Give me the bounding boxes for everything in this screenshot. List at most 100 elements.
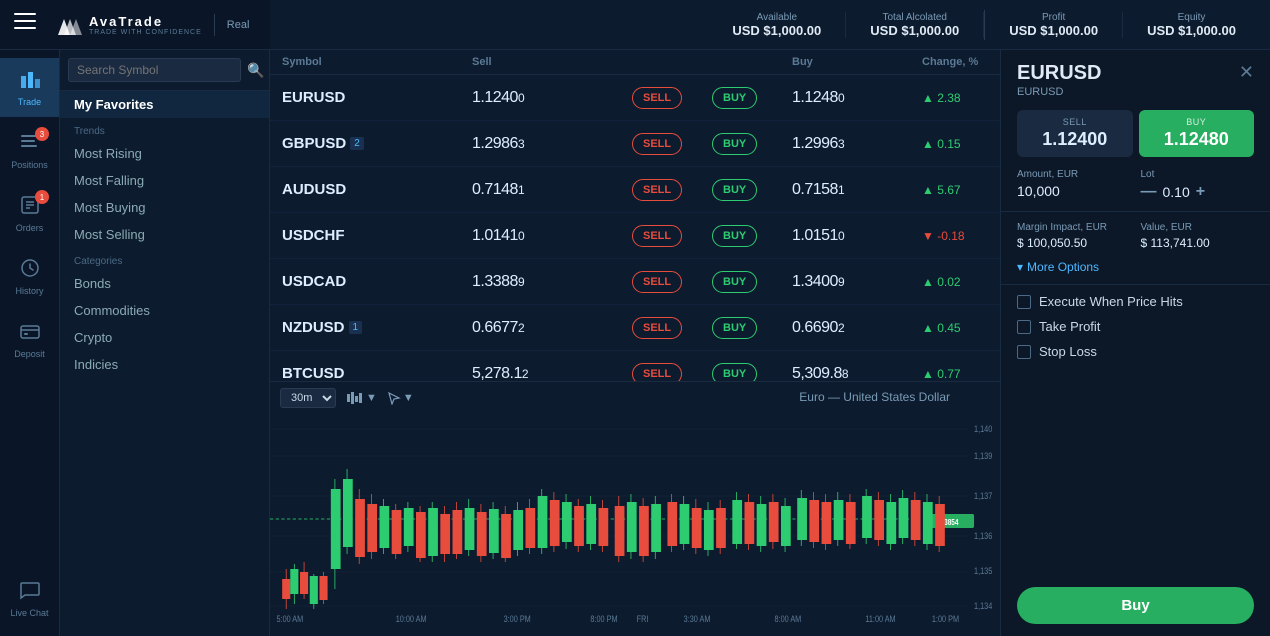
panel-value-label: Value, EUR bbox=[1141, 222, 1255, 233]
nav-livechat-label: Live Chat bbox=[10, 608, 48, 618]
sell-button-gbpusd[interactable]: SELL bbox=[632, 133, 682, 155]
more-options-link[interactable]: ▾ More Options bbox=[1001, 256, 1270, 280]
buy-button-audusd[interactable]: BUY bbox=[712, 179, 757, 201]
svg-text:FRI: FRI bbox=[637, 614, 649, 624]
col-buy: Buy bbox=[792, 56, 922, 68]
panel-buy-box[interactable]: BUY 1.12480 bbox=[1139, 110, 1255, 157]
change-usdcad: ▲ 0.02 bbox=[922, 275, 1000, 289]
logo-tagline: TRADE WITH CONFIDENCE bbox=[89, 29, 202, 36]
top-bar: AvaTrade TRADE WITH CONFIDENCE Real Avai… bbox=[0, 0, 1270, 50]
lot-decrease-button[interactable]: — bbox=[1141, 183, 1157, 201]
buy-button-gbpusd[interactable]: BUY bbox=[712, 133, 757, 155]
chart-cursor-button[interactable]: ▼ bbox=[387, 391, 414, 405]
col-change: Change, % bbox=[922, 56, 1000, 68]
buy-price-gbpusd: 1.29963 bbox=[792, 135, 922, 153]
take-profit-label: Take Profit bbox=[1039, 319, 1100, 334]
chart-type-button[interactable]: ▼ bbox=[346, 391, 377, 405]
buy-price-btcusd: 5,309.88 bbox=[792, 365, 922, 382]
symbol-name: USDCAD bbox=[282, 273, 346, 290]
col-sell-btn bbox=[632, 56, 712, 68]
nav-deposit-label: Deposit bbox=[14, 349, 45, 359]
panel-margin-value: $ 100,050.50 bbox=[1017, 236, 1131, 250]
symbol-name: AUDUSD bbox=[282, 181, 346, 198]
buy-button-eurusd[interactable]: BUY bbox=[712, 87, 757, 109]
sidebar-item-crypto[interactable]: Crypto bbox=[60, 324, 269, 351]
search-icon[interactable]: 🔍 bbox=[247, 62, 264, 79]
stat-profit-value: USD $1,000.00 bbox=[1009, 23, 1098, 38]
trading-content: 🔍 My Favorites Trends Most Rising Most F… bbox=[60, 50, 1270, 636]
stat-profit-label: Profit bbox=[1042, 12, 1065, 23]
lot-increase-button[interactable]: + bbox=[1196, 183, 1205, 201]
chart-section: 30m 1m 5m 1h 4h 1d bbox=[270, 381, 1000, 636]
sidebar-item-most-buying[interactable]: Most Buying bbox=[60, 194, 269, 221]
buy-button-usdcad[interactable]: BUY bbox=[712, 271, 757, 293]
svg-text:1,139: 1,139 bbox=[974, 451, 993, 461]
buy-price-nzdusd: 0.66902 bbox=[792, 319, 922, 337]
panel-margin-field: Margin Impact, EUR $ 100,050.50 bbox=[1017, 222, 1131, 250]
sidebar-item-most-rising[interactable]: Most Rising bbox=[60, 140, 269, 167]
take-profit-checkbox[interactable] bbox=[1017, 320, 1031, 334]
change-eurusd: ▲ 2.38 bbox=[922, 91, 1000, 105]
sidebar-item-commodities[interactable]: Commodities bbox=[60, 297, 269, 324]
nav-livechat[interactable]: Live Chat bbox=[0, 569, 59, 628]
svg-text:1:00 PM: 1:00 PM bbox=[932, 614, 959, 624]
buy-button-usdchf[interactable]: BUY bbox=[712, 225, 757, 247]
nav-deposit[interactable]: Deposit bbox=[0, 310, 59, 369]
sell-button-usdchf[interactable]: SELL bbox=[632, 225, 682, 247]
svg-text:3:30 AM: 3:30 AM bbox=[684, 614, 711, 624]
sell-button-eurusd[interactable]: SELL bbox=[632, 87, 682, 109]
sell-price-usdcad: 1.33889 bbox=[472, 273, 632, 291]
panel-symbol-info: EURUSD EURUSD bbox=[1017, 62, 1101, 98]
panel-close-button[interactable]: ✕ bbox=[1239, 62, 1254, 83]
symbol-cell-nzdusd: NZDUSD 1 bbox=[282, 319, 472, 336]
sidebar-item-favorites[interactable]: My Favorites bbox=[60, 91, 269, 118]
sell-button-btcusd[interactable]: SELL bbox=[632, 363, 682, 382]
execute-price-checkbox[interactable] bbox=[1017, 295, 1031, 309]
panel-amount-lot-row: Amount, EUR 10,000 Lot — 0.10 + bbox=[1001, 163, 1270, 207]
stat-available-label: Available bbox=[757, 12, 797, 23]
sell-button-audusd[interactable]: SELL bbox=[632, 179, 682, 201]
nav-history[interactable]: History bbox=[0, 247, 59, 306]
stat-available: Available USD $1,000.00 bbox=[708, 12, 846, 38]
panel-divider bbox=[1001, 211, 1270, 212]
symbol-cell-btcusd: BTCUSD bbox=[282, 365, 472, 381]
icon-navigation: Trade 3 Positions 1 bbox=[0, 50, 60, 636]
sidebar-item-indices[interactable]: Indicies bbox=[60, 351, 269, 378]
stop-loss-checkbox[interactable] bbox=[1017, 345, 1031, 359]
sidebar-item-most-selling[interactable]: Most Selling bbox=[60, 221, 269, 248]
panel-sell-box[interactable]: SELL 1.12400 bbox=[1017, 110, 1133, 157]
symbol-cell-usdcad: USDCAD bbox=[282, 273, 472, 290]
svg-text:1,137: 1,137 bbox=[974, 491, 993, 501]
sidebar-item-most-falling[interactable]: Most Falling bbox=[60, 167, 269, 194]
search-input[interactable] bbox=[68, 58, 241, 82]
panel-symbol-sub: EURUSD bbox=[1017, 86, 1101, 98]
buy-button-nzdusd[interactable]: BUY bbox=[712, 317, 757, 339]
nav-orders[interactable]: 1 Orders bbox=[0, 184, 59, 243]
buy-price-usdchf: 1.01510 bbox=[792, 227, 922, 245]
stat-profit: Profit USD $1,000.00 bbox=[985, 12, 1123, 38]
col-symbol: Symbol bbox=[282, 56, 472, 68]
sell-price-gbpusd: 1.29863 bbox=[472, 135, 632, 153]
stat-equity-label: Equity bbox=[1178, 12, 1206, 23]
symbol-name: USDCHF bbox=[282, 227, 345, 244]
buy-button-btcusd[interactable]: BUY bbox=[712, 363, 757, 382]
sell-button-usdcad[interactable]: SELL bbox=[632, 271, 682, 293]
svg-text:5:00 AM: 5:00 AM bbox=[276, 614, 303, 624]
sidebar-item-bonds[interactable]: Bonds bbox=[60, 270, 269, 297]
symbol-name: EURUSD bbox=[282, 89, 345, 106]
nav-positions[interactable]: 3 Positions bbox=[0, 121, 59, 180]
table-row: BTCUSD 5,278.12 SELL BUY 5,309.88 ▲ 0.77… bbox=[270, 351, 1000, 381]
panel-value-field: Value, EUR $ 113,741.00 bbox=[1141, 222, 1255, 250]
nav-positions-label: Positions bbox=[11, 160, 48, 170]
sell-button-nzdusd[interactable]: SELL bbox=[632, 317, 682, 339]
logo-mark: AvaTrade TRADE WITH CONFIDENCE bbox=[54, 13, 202, 37]
panel-amount-label: Amount, EUR bbox=[1017, 169, 1131, 180]
nav-trade[interactable]: Trade bbox=[0, 58, 59, 117]
panel-buy-button[interactable]: Buy bbox=[1017, 587, 1254, 624]
panel-margin-value-row: Margin Impact, EUR $ 100,050.50 Value, E… bbox=[1001, 216, 1270, 256]
deposit-icon bbox=[19, 320, 41, 346]
chart-timeframe-select[interactable]: 30m 1m 5m 1h 4h 1d bbox=[280, 388, 336, 408]
symbol-badge: 1 bbox=[349, 321, 363, 334]
panel-buy-value: 1.12480 bbox=[1149, 129, 1245, 150]
hamburger-menu[interactable] bbox=[14, 13, 36, 29]
